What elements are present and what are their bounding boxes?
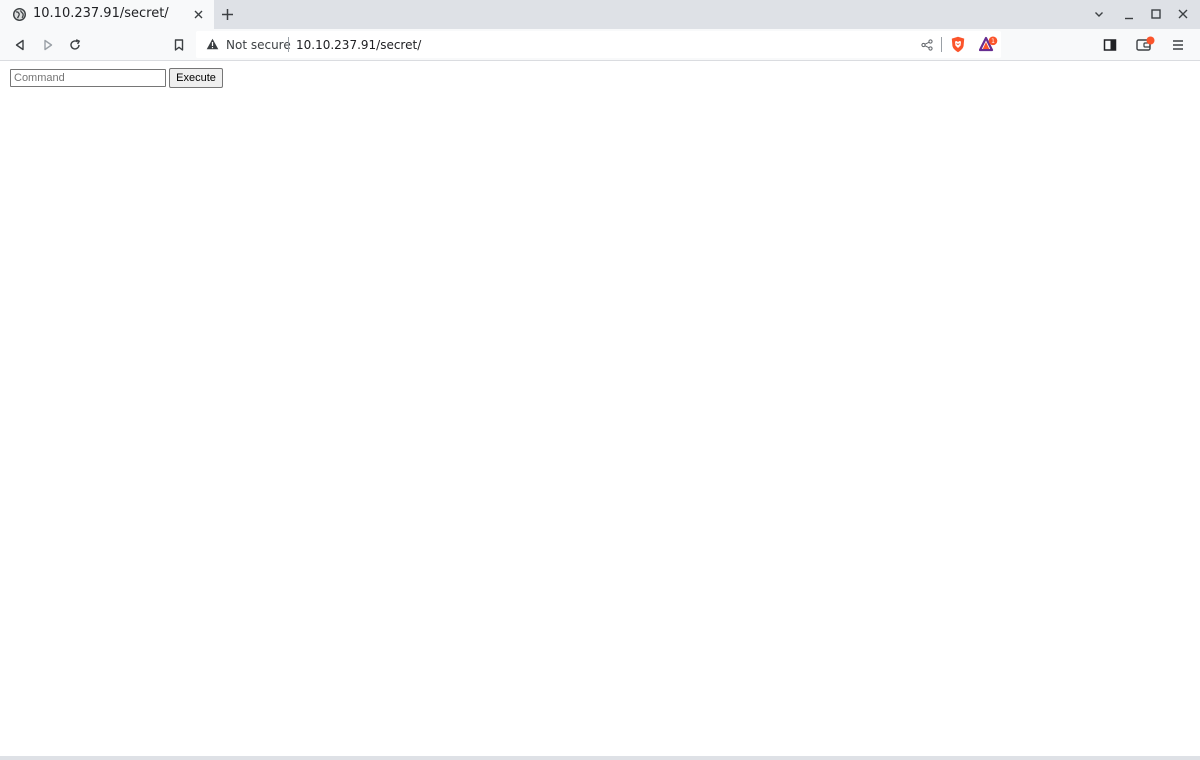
share-icon[interactable] (921, 39, 933, 51)
bookmark-icon[interactable] (172, 38, 186, 52)
address-divider-right (941, 37, 942, 52)
tab-strip: 10.10.237.91/secret/ (0, 0, 1200, 29)
close-window-icon[interactable] (1176, 7, 1190, 21)
back-icon[interactable] (13, 38, 27, 52)
forward-icon[interactable] (41, 38, 55, 52)
window-bottom-border (0, 756, 1200, 760)
brave-rewards-icon[interactable]: 1 (979, 36, 998, 53)
minimize-icon[interactable] (1122, 7, 1136, 21)
browser-tab[interactable]: 10.10.237.91/secret/ (0, 0, 214, 29)
address-bar[interactable]: Not secure 10.10.237.91/secret/ 1 (196, 31, 1001, 58)
maximize-icon[interactable] (1149, 7, 1163, 21)
tab-title: 10.10.237.91/secret/ (33, 6, 169, 21)
reload-icon[interactable] (68, 38, 82, 52)
page-content: Execute (0, 62, 1200, 756)
tab-search-chevron-icon[interactable] (1092, 7, 1106, 21)
address-divider (288, 37, 289, 52)
menu-icon[interactable] (1171, 38, 1185, 52)
new-tab-icon[interactable] (220, 7, 235, 22)
url-text[interactable]: 10.10.237.91/secret/ (296, 38, 421, 52)
security-status[interactable]: Not secure (226, 38, 291, 52)
close-tab-icon[interactable] (192, 8, 205, 21)
execute-button[interactable]: Execute (169, 68, 223, 88)
brave-shields-icon[interactable] (950, 36, 966, 53)
globe-icon (13, 8, 26, 21)
warning-icon[interactable] (206, 38, 219, 50)
command-input[interactable] (10, 69, 166, 87)
browser-toolbar: Not secure 10.10.237.91/secret/ 1 (0, 29, 1200, 61)
sidebar-icon[interactable] (1103, 38, 1117, 52)
wallet-icon[interactable] (1136, 36, 1156, 52)
rewards-badge-count: 1 (991, 38, 995, 45)
